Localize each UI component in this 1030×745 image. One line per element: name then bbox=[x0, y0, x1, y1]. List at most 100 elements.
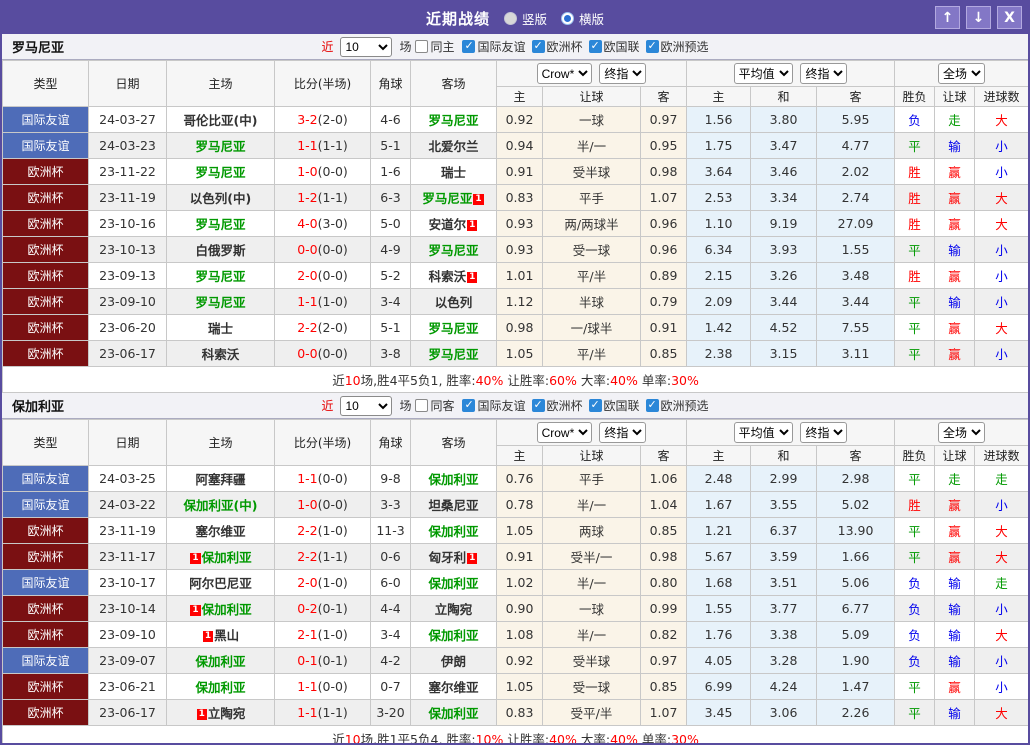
match-date: 23-10-13 bbox=[88, 236, 167, 263]
fulltime-score: 1-1 bbox=[297, 471, 318, 486]
odds-source-select[interactable]: Crow* bbox=[536, 422, 592, 443]
home-odds: 1.01 bbox=[496, 262, 543, 289]
scope-select[interactable]: 全场 bbox=[938, 63, 986, 84]
final-odds-select-2[interactable]: 终指 bbox=[800, 422, 848, 443]
match-date: 23-11-19 bbox=[88, 517, 167, 544]
same-venue-checkbox[interactable]: 同客 bbox=[415, 397, 454, 414]
result-outcome: 平 bbox=[894, 543, 936, 570]
average-select[interactable]: 平均值 bbox=[733, 422, 793, 443]
result-handicap: 赢 bbox=[934, 340, 976, 367]
final-odds-select[interactable]: 终指 bbox=[599, 422, 647, 443]
result-goals: 大 bbox=[974, 699, 1028, 726]
handicap-line: 受一球 bbox=[542, 236, 641, 263]
league-filter-checkbox[interactable]: 欧洲杯 bbox=[531, 397, 583, 414]
subcol-away-odds: 客 bbox=[639, 86, 688, 107]
result-goals: 小 bbox=[974, 673, 1028, 700]
same-venue-checkbox[interactable]: 同主 bbox=[415, 38, 454, 55]
layout-option-horizontal[interactable]: 横版 bbox=[561, 9, 604, 28]
result-outcome: 胜 bbox=[894, 210, 936, 237]
away-team-name: 罗马尼亚 bbox=[428, 243, 479, 258]
result-outcome: 胜 bbox=[894, 262, 936, 289]
summary-stat-value: 10 bbox=[344, 732, 361, 745]
scroll-down-button[interactable]: ↓ bbox=[966, 6, 991, 29]
average-select[interactable]: 平均值 bbox=[733, 63, 793, 84]
match-row: 欧洲杯 23-06-20 瑞士 2-2(2-0) 5-1 罗马尼亚 0.98 一/球半 0.91… bbox=[2, 314, 1028, 341]
checkbox-checked-icon[interactable] bbox=[462, 39, 476, 53]
avg-away-odds: 13.90 bbox=[816, 517, 896, 544]
window-title: 近期战绩 bbox=[425, 9, 490, 28]
match-date: 23-06-21 bbox=[88, 673, 167, 700]
avg-away-odds: 3.11 bbox=[816, 340, 896, 367]
away-odds: 0.97 bbox=[639, 647, 688, 674]
layout-option-vertical[interactable]: 竖版 bbox=[503, 9, 547, 28]
fulltime-score: 2-2 bbox=[297, 523, 318, 538]
checkbox-checked-icon[interactable] bbox=[645, 39, 659, 53]
match-date: 23-10-14 bbox=[88, 595, 167, 622]
odds-source-select[interactable]: Crow* bbox=[536, 63, 592, 84]
match-date: 24-03-25 bbox=[88, 465, 167, 492]
league-badge: 欧洲杯 bbox=[2, 621, 89, 648]
summary-text: 大率: bbox=[576, 373, 611, 388]
league-filter-checkbox[interactable]: 欧国联 bbox=[588, 397, 640, 414]
final-odds-select[interactable]: 终指 bbox=[599, 63, 647, 84]
handicap-line: 受一球 bbox=[542, 673, 641, 700]
match-count-select[interactable]: 10 bbox=[340, 395, 393, 416]
match-count-select[interactable]: 10 bbox=[340, 36, 393, 57]
checkbox-checked-icon[interactable] bbox=[588, 39, 602, 53]
avg-draw-odds: 4.24 bbox=[750, 673, 818, 700]
home-odds: 0.92 bbox=[496, 106, 543, 133]
away-odds: 0.89 bbox=[639, 262, 688, 289]
away-odds: 0.98 bbox=[639, 543, 688, 570]
handicap-line: 平手 bbox=[542, 465, 641, 492]
league-filters: 国际友谊 欧洲杯 欧国联 欧洲预选 bbox=[458, 38, 709, 55]
radio-selected-icon[interactable] bbox=[561, 11, 574, 25]
checkbox-checked-icon[interactable] bbox=[645, 398, 659, 412]
subcol-handicap: 让球 bbox=[542, 445, 641, 466]
away-odds: 0.79 bbox=[639, 288, 688, 315]
result-outcome: 平 bbox=[894, 314, 936, 341]
close-button[interactable]: X bbox=[997, 6, 1022, 29]
radio-dot bbox=[564, 14, 571, 22]
summary-text: 场,胜1平5负4, 胜率: bbox=[360, 732, 476, 745]
titlebar-center: 近期战绩 竖版 横版 bbox=[2, 8, 1028, 29]
avg-draw-odds: 3.55 bbox=[750, 491, 818, 518]
col-type: 类型 bbox=[2, 419, 89, 466]
avg-draw-odds: 3.15 bbox=[750, 340, 818, 367]
home-team-name: 保加利亚 bbox=[201, 550, 252, 565]
avg-away-odds: 2.74 bbox=[816, 184, 896, 211]
checkbox-checked-icon[interactable] bbox=[531, 398, 545, 412]
away-team-name: 坦桑尼亚 bbox=[428, 498, 479, 513]
summary-stat-value: 40% bbox=[475, 373, 504, 388]
scope-select[interactable]: 全场 bbox=[938, 422, 986, 443]
league-filter-checkbox[interactable]: 国际友谊 bbox=[462, 38, 526, 55]
same-venue-label: 同客 bbox=[430, 399, 455, 413]
league-filter-checkbox[interactable]: 欧洲预选 bbox=[645, 397, 709, 414]
result-outcome: 平 bbox=[894, 465, 936, 492]
checkbox-checked-icon[interactable] bbox=[588, 398, 602, 412]
red-card-badge: 1 bbox=[473, 194, 484, 205]
team-name-heading: 保加利亚 bbox=[12, 400, 65, 415]
final-odds-select-2[interactable]: 终指 bbox=[800, 63, 848, 84]
match-date: 23-06-17 bbox=[88, 699, 167, 726]
checkbox-checked-icon[interactable] bbox=[531, 39, 545, 53]
radio-unselected-icon[interactable] bbox=[503, 11, 517, 25]
scroll-up-button[interactable]: ↑ bbox=[935, 6, 960, 29]
away-odds: 0.96 bbox=[639, 210, 688, 237]
checkbox-checked-icon[interactable] bbox=[462, 398, 476, 412]
match-date: 23-09-10 bbox=[88, 288, 167, 315]
league-badge: 国际友谊 bbox=[2, 491, 89, 518]
league-filter-checkbox[interactable]: 欧洲预选 bbox=[645, 38, 709, 55]
league-filter-checkbox[interactable]: 国际友谊 bbox=[462, 397, 526, 414]
checkbox-unchecked-icon[interactable] bbox=[415, 399, 429, 412]
result-goals: 大 bbox=[974, 184, 1028, 211]
checkbox-unchecked-icon[interactable] bbox=[415, 40, 429, 53]
away-team-name: 科索沃 bbox=[428, 269, 467, 284]
league-filter-checkbox[interactable]: 欧洲杯 bbox=[531, 38, 583, 55]
match-date: 23-06-17 bbox=[88, 340, 167, 367]
avg-draw-odds: 3.44 bbox=[750, 288, 818, 315]
home-odds: 1.12 bbox=[496, 288, 543, 315]
league-filter-checkbox[interactable]: 欧国联 bbox=[588, 38, 640, 55]
avg-draw-odds: 3.80 bbox=[750, 106, 818, 133]
home-team-cell: 保加利亚(中) bbox=[166, 491, 275, 518]
match-row: 欧洲杯 23-06-17 1 立陶宛 1-1(1-1) 3-20 保加利亚 0.83 受平/半 1… bbox=[2, 699, 1028, 726]
